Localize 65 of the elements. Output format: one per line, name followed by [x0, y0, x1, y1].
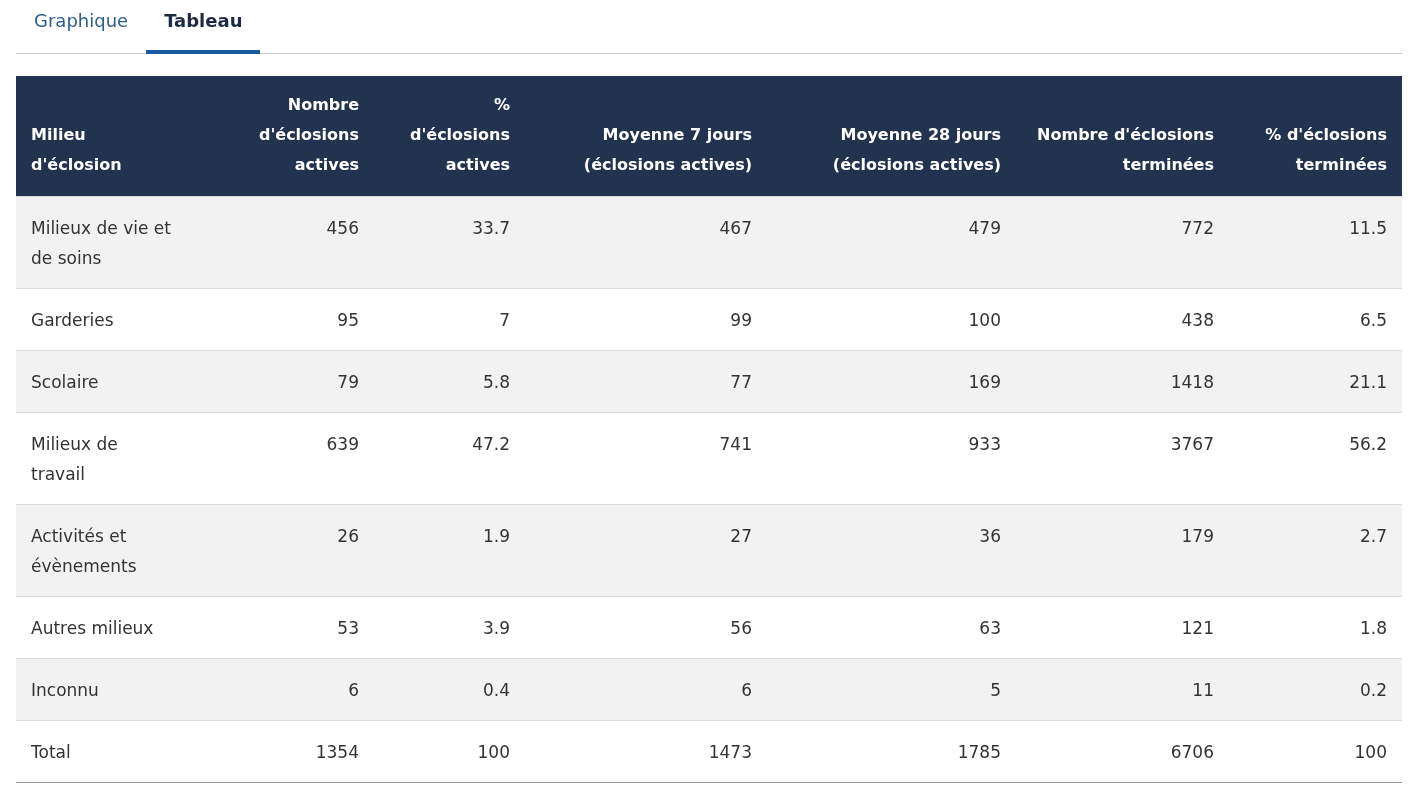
- table-cell: 741: [525, 412, 767, 505]
- table-cell: 639: [216, 412, 374, 505]
- table-cell: 21.1: [1229, 350, 1402, 413]
- table-cell: 100: [767, 288, 1016, 351]
- table-cell: 11.5: [1229, 196, 1402, 289]
- table-cell: 56.2: [1229, 412, 1402, 505]
- table-cell: 479: [767, 196, 1016, 289]
- column-header: Milieu d'éclosion: [16, 76, 216, 197]
- table-cell: 1785: [767, 720, 1016, 783]
- table-cell: 1.9: [374, 504, 525, 597]
- column-header: Moyenne 28 jours (éclosions actives): [767, 76, 1016, 197]
- table-cell: 5: [767, 658, 1016, 721]
- table-cell: 95: [216, 288, 374, 351]
- table-cell: 63: [767, 596, 1016, 659]
- table-cell: 36: [767, 504, 1016, 597]
- table-cell: 456: [216, 196, 374, 289]
- table-cell: 0.4: [374, 658, 525, 721]
- table-cell: 77: [525, 350, 767, 413]
- tab[interactable]: Graphique: [16, 1, 147, 54]
- table-cell: 100: [374, 720, 525, 783]
- table-cell: 438: [1016, 288, 1229, 351]
- table-cell: 47.2: [374, 412, 525, 505]
- column-header: Moyenne 7 jours (éclosions actives): [525, 76, 767, 197]
- table-cell: 1473: [525, 720, 767, 783]
- table-cell: Inconnu: [16, 658, 216, 721]
- table-cell: 6.5: [1229, 288, 1402, 351]
- tab[interactable]: Tableau: [146, 1, 261, 54]
- column-header: Nombre d'éclosions actives: [216, 76, 374, 197]
- table-cell: Total: [16, 720, 216, 783]
- table-cell: 7: [374, 288, 525, 351]
- table-cell: Scolaire: [16, 350, 216, 413]
- table-cell: 1418: [1016, 350, 1229, 413]
- table-cell: Milieux de vie et de soins: [16, 196, 216, 289]
- table-cell: Activités et évènements: [16, 504, 216, 597]
- table-cell: 53: [216, 596, 374, 659]
- table-cell: Milieux de travail: [16, 412, 216, 505]
- table-cell: 1.8: [1229, 596, 1402, 659]
- table-cell: 6706: [1016, 720, 1229, 783]
- table-cell: 99: [525, 288, 767, 351]
- table-cell: 3.9: [374, 596, 525, 659]
- table-cell: 79: [216, 350, 374, 413]
- table-cell: 772: [1016, 196, 1229, 289]
- table-cell: 933: [767, 412, 1016, 505]
- table-cell: 179: [1016, 504, 1229, 597]
- table-cell: 100: [1229, 720, 1402, 783]
- table-cell: 6: [525, 658, 767, 721]
- table-cell: 121: [1016, 596, 1229, 659]
- table-cell: Autres milieux: [16, 596, 216, 659]
- table-cell: 1354: [216, 720, 374, 783]
- table-cell: 6: [216, 658, 374, 721]
- table-cell: 0.2: [1229, 658, 1402, 721]
- table-cell: 26: [216, 504, 374, 597]
- column-header: % d'éclosions terminées: [1229, 76, 1402, 197]
- table-cell: Garderies: [16, 288, 216, 351]
- column-header: Nombre d'éclosions terminées: [1016, 76, 1229, 197]
- table-cell: 5.8: [374, 350, 525, 413]
- table-cell: 467: [525, 196, 767, 289]
- table-cell: 3767: [1016, 412, 1229, 505]
- table-cell: 27: [525, 504, 767, 597]
- table-cell: 169: [767, 350, 1016, 413]
- table-cell: 33.7: [374, 196, 525, 289]
- table-cell: 56: [525, 596, 767, 659]
- table-cell: 2.7: [1229, 504, 1402, 597]
- column-header: % d'éclosions actives: [374, 76, 525, 197]
- table-cell: 11: [1016, 658, 1229, 721]
